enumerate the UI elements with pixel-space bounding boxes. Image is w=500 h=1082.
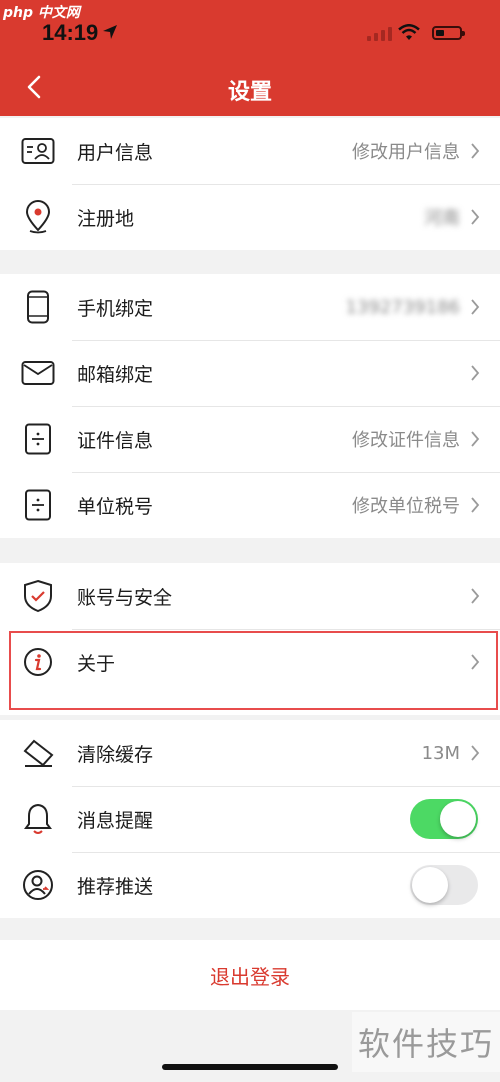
row-tax-number[interactable]: 单位税号 修改单位税号 <box>0 472 500 538</box>
document-icon <box>20 421 56 457</box>
row-clear-cache[interactable]: 清除缓存 13M <box>0 720 500 786</box>
footer-watermark: 软件技巧 <box>352 1012 500 1072</box>
row-label: 证件信息 <box>77 429 154 452</box>
message-notify-toggle[interactable] <box>410 799 478 839</box>
row-label: 账号与安全 <box>77 586 173 609</box>
row-label: 推荐推送 <box>77 875 154 898</box>
row-message-notify: 消息提醒 <box>0 786 500 852</box>
location-pin-icon <box>20 199 56 235</box>
chevron-right-icon <box>471 588 480 604</box>
bell-icon <box>20 801 56 837</box>
recommend-push-toggle[interactable] <box>410 865 478 905</box>
row-value: 修改单位税号 <box>352 496 460 517</box>
chevron-right-icon <box>471 299 480 315</box>
row-account-security[interactable]: 账号与安全 <box>0 563 500 629</box>
site-watermark: php 中文网 <box>3 5 80 21</box>
row-certificate-info[interactable]: 证件信息 修改证件信息 <box>0 406 500 472</box>
document-icon <box>20 487 56 523</box>
status-bar: php 中文网 14:19 <box>0 0 500 60</box>
row-label: 手机绑定 <box>77 297 154 320</box>
settings-group-security: 账号与安全 关于 <box>0 563 500 715</box>
row-label: 单位税号 <box>77 495 154 518</box>
app-header: php 中文网 14:19 设置 <box>0 0 500 116</box>
row-value: 修改证件信息 <box>352 430 460 451</box>
row-label: 用户信息 <box>77 141 154 164</box>
settings-group-preferences: 清除缓存 13M 消息提醒 推荐推送 <box>0 720 500 918</box>
row-label: 邮箱绑定 <box>77 363 154 386</box>
shield-check-icon <box>20 578 56 614</box>
row-registration-place[interactable]: 注册地 河南 <box>0 184 500 250</box>
row-email-binding[interactable]: 邮箱绑定 <box>0 340 500 406</box>
cache-size-value: 13M <box>421 742 460 764</box>
mail-icon <box>20 355 56 391</box>
id-card-icon <box>20 133 56 169</box>
row-value-blurred: 河南 <box>424 208 460 229</box>
battery-icon <box>432 26 465 40</box>
status-time: 14:19 <box>42 20 99 45</box>
row-user-info[interactable]: 用户信息 修改用户信息 <box>0 118 500 184</box>
row-label: 消息提醒 <box>77 809 154 832</box>
signal-icon <box>367 27 392 41</box>
user-circle-icon <box>20 867 56 903</box>
row-recommend-push: 推荐推送 <box>0 852 500 918</box>
row-label: 关于 <box>77 652 116 675</box>
phone-icon <box>20 289 56 325</box>
row-label: 清除缓存 <box>77 743 154 766</box>
chevron-right-icon <box>471 209 480 225</box>
row-about[interactable]: 关于 <box>0 629 500 695</box>
location-arrow-icon <box>103 25 117 39</box>
chevron-right-icon <box>471 654 480 670</box>
row-value: 修改用户信息 <box>352 142 460 163</box>
logout-label: 退出登录 <box>210 964 290 989</box>
row-value-blurred: 1392739186 <box>345 296 460 318</box>
page-title: 设置 <box>227 80 272 105</box>
chevron-right-icon <box>471 365 480 381</box>
settings-group-bindings: 手机绑定 1392739186 邮箱绑定 证件信息 修改证件信息 单位税号 修改… <box>0 274 500 538</box>
row-phone-binding[interactable]: 手机绑定 1392739186 <box>0 274 500 340</box>
wifi-icon <box>398 24 420 40</box>
info-icon <box>20 644 56 680</box>
eraser-icon <box>20 735 56 771</box>
row-label: 注册地 <box>77 207 135 230</box>
chevron-right-icon <box>471 745 480 761</box>
home-indicator[interactable] <box>162 1064 338 1070</box>
settings-group-account-info: 用户信息 修改用户信息 注册地 河南 <box>0 118 500 250</box>
chevron-right-icon <box>471 431 480 447</box>
logout-button[interactable]: 退出登录 <box>0 940 500 1010</box>
chevron-right-icon <box>471 497 480 513</box>
chevron-right-icon <box>471 143 480 159</box>
